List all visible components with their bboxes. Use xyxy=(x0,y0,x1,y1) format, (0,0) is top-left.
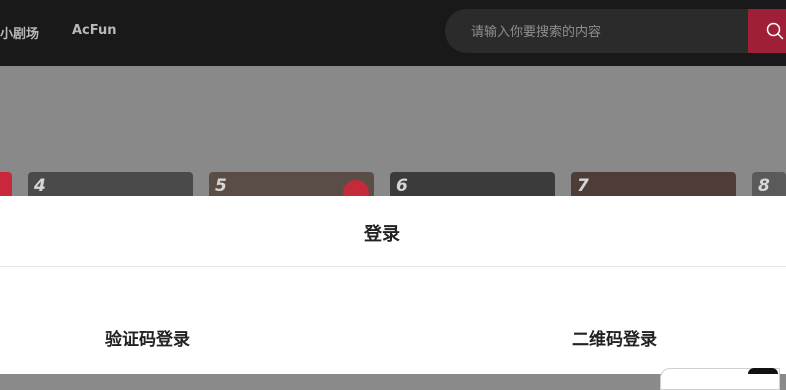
login-title: 登录 xyxy=(364,224,400,245)
rank-number: 7 xyxy=(577,176,589,196)
rank-number: 8 xyxy=(758,176,770,196)
qr-code-corner xyxy=(748,368,778,374)
nav-item-mini-theater[interactable]: 小剧场 xyxy=(0,23,39,42)
top-navigation-bar: 小剧场 AcFun xyxy=(0,0,786,66)
search-icon xyxy=(766,22,784,40)
search-button[interactable] xyxy=(748,9,786,53)
qr-login-tab[interactable]: 二维码登录 xyxy=(572,325,657,350)
rank-number: 5 xyxy=(215,176,227,196)
search-bar xyxy=(445,9,786,53)
rank-number: 4 xyxy=(34,176,46,196)
search-input[interactable] xyxy=(469,21,733,43)
nav-item-acfun[interactable]: AcFun xyxy=(72,23,117,38)
sms-login-tab[interactable]: 验证码登录 xyxy=(105,325,190,350)
login-modal: 登录 验证码登录 二维码登录 xyxy=(0,196,786,390)
rank-number: 6 xyxy=(396,176,408,196)
divider xyxy=(0,266,786,267)
